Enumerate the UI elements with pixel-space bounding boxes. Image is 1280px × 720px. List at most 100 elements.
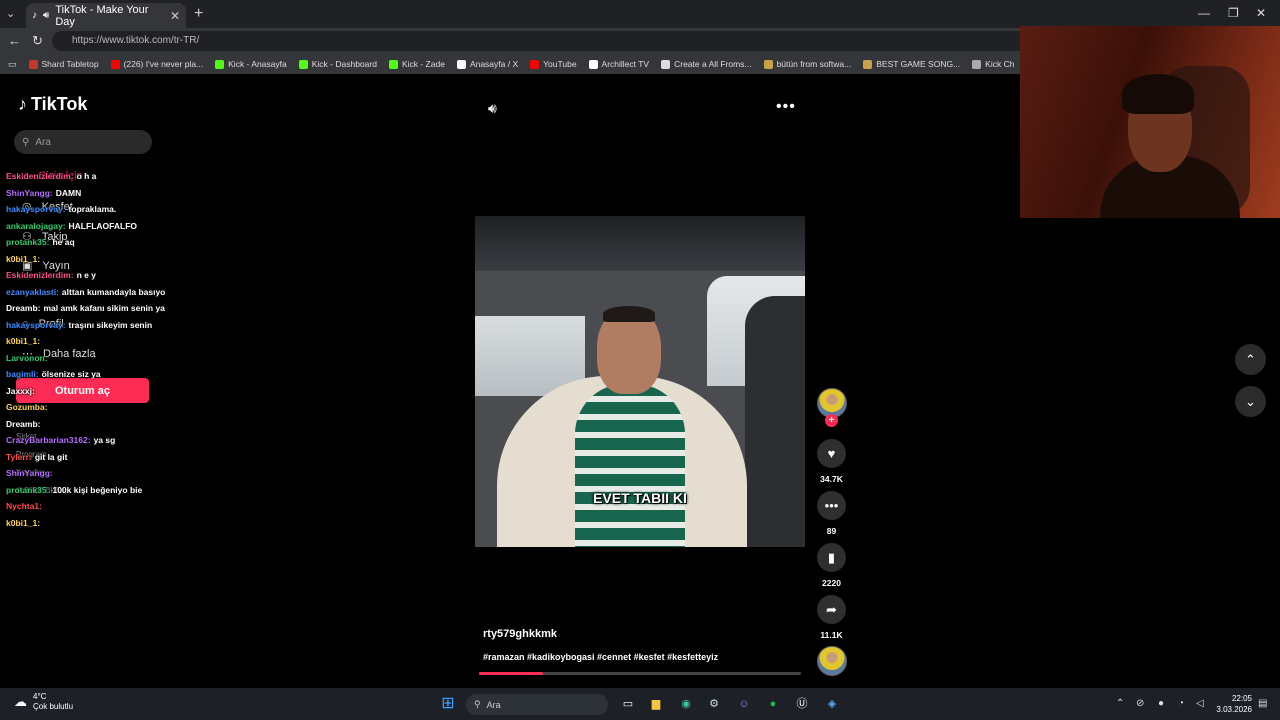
bookmark-label: bütün from softwa... xyxy=(776,59,852,69)
like-count: 34.7K xyxy=(820,474,843,484)
follow-plus-icon[interactable]: + xyxy=(825,414,838,427)
chat-text: alttan kumandayla basıyo xyxy=(61,286,166,297)
save-button[interactable]: ▮ xyxy=(817,543,846,572)
chat-username: k0bi1_1: xyxy=(6,253,41,264)
network-off-icon[interactable]: ⊘ xyxy=(1136,698,1144,709)
taskbar-search[interactable]: ⚲ Ara xyxy=(466,694,608,715)
bookmark-item[interactable]: Kick - Zade xyxy=(388,59,445,69)
browser-tab-bar xyxy=(0,0,1280,28)
video-hashtags[interactable]: #ramazan #kadikoybogasi #cennet #kesfet … xyxy=(483,652,718,662)
bookmarks-menu-icon[interactable]: ▭ xyxy=(8,59,17,70)
chat-username: k0bi1_1: xyxy=(6,336,41,346)
chat-message: bagimli: ölsenize siz ya xyxy=(6,366,206,383)
bookmark-item[interactable]: Anasayfa / X xyxy=(456,59,518,69)
tiktok-logo[interactable]: ♪ TikTok xyxy=(18,94,87,115)
next-video-button[interactable]: ⌄ xyxy=(1235,386,1266,417)
system-clock[interactable]: 22:05 3.03.2026 xyxy=(1214,693,1252,715)
bookmark-item[interactable]: (226) I've never pla... xyxy=(110,59,204,69)
bookmark-item[interactable]: Kick - Anasayfa xyxy=(215,59,287,69)
chat-username: ezanyaklasti: xyxy=(6,286,59,297)
close-tab-icon[interactable]: ✕ xyxy=(170,9,180,23)
previous-video-button[interactable]: ⌃ xyxy=(1235,344,1266,375)
bookmark-item[interactable]: bütün from softwa... xyxy=(763,59,852,69)
like-button[interactable]: ♥ xyxy=(817,439,846,468)
chat-text: n e y xyxy=(76,270,96,280)
bookmark-item[interactable]: BEST GAME SONG... xyxy=(863,59,960,69)
app-icon[interactable]: ◈ xyxy=(823,695,841,713)
chat-text: mal amk kafanı sikim senin ya xyxy=(43,303,165,313)
more-options-icon[interactable]: ••• xyxy=(776,98,796,116)
wifi-icon[interactable]: ◔ xyxy=(1178,698,1184,709)
minimize-icon[interactable]: — xyxy=(1198,6,1210,20)
bookmark-item[interactable]: Archillect TV xyxy=(588,59,649,69)
chevron-up-icon: ⌃ xyxy=(1245,352,1256,367)
chat-message: k0bi1_1: xyxy=(6,515,206,532)
discord-icon[interactable]: ☺ xyxy=(735,695,753,713)
chevron-down-icon: ⌄ xyxy=(1245,394,1256,409)
sound-avatar[interactable] xyxy=(817,646,847,676)
bookmark-label: YouTube xyxy=(543,59,577,69)
volume-icon[interactable]: 🔊︎ xyxy=(488,100,497,117)
microphone-icon[interactable]: ● xyxy=(1158,698,1164,709)
task-view-icon[interactable]: ▭ xyxy=(619,695,637,713)
chat-message: Dreamb: mal amk kafanı sikim senin ya xyxy=(6,300,206,317)
taskbar-search-icon: ⚲ xyxy=(474,699,481,709)
chat-message: hakaysporvay: traşını sikeyim senin xyxy=(6,317,206,334)
steam-icon[interactable]: ⚙ xyxy=(705,695,723,713)
tab-search-icon[interactable]: ⌄ xyxy=(6,7,15,20)
notification-icon[interactable]: ▤ xyxy=(1258,698,1267,709)
chat-username: k0bi1_1: xyxy=(6,517,41,528)
save-count: 2220 xyxy=(822,578,841,588)
chat-text: HALFLAOFALFO xyxy=(68,220,137,231)
comment-button[interactable]: ••• xyxy=(817,491,846,520)
clock-date: 3.03.2026 xyxy=(1216,705,1252,714)
bookmark-favicon-icon xyxy=(110,59,120,69)
bookmark-item[interactable]: Create a All Froms... xyxy=(661,59,752,69)
url-field[interactable]: https://www.tiktok.com/tr-TR/ xyxy=(52,31,1032,51)
bookmark-item[interactable]: Kick Ch xyxy=(972,59,1014,69)
audio-playing-icon[interactable]: 🔊︎ xyxy=(43,10,49,21)
bookmark-item[interactable]: Shard Tabletop xyxy=(28,59,99,69)
bookmark-item[interactable]: Kick - Dashboard xyxy=(298,59,377,69)
tray-chevron-icon[interactable]: ⌃ xyxy=(1116,698,1124,709)
bookmark-favicon-icon xyxy=(588,59,598,69)
video-player[interactable]: EVET TABII KI xyxy=(475,216,805,547)
search-input[interactable]: ⚲ Ara xyxy=(14,130,152,154)
video-author[interactable]: rty579ghkkmk xyxy=(483,628,557,640)
edge-icon[interactable]: ◉ xyxy=(677,695,695,713)
tab-title: TikTok - Make Your Day xyxy=(55,3,149,28)
video-progress-bar[interactable] xyxy=(479,672,801,675)
maximize-icon[interactable]: ❐ xyxy=(1228,6,1239,20)
chat-message: k0bi1_1: xyxy=(6,251,206,268)
reload-icon[interactable]: ↻ xyxy=(32,33,43,49)
taskbar-search-placeholder: Ara xyxy=(486,699,501,710)
bookmark-favicon-icon xyxy=(530,59,540,69)
close-window-icon[interactable]: ✕ xyxy=(1256,6,1266,20)
chat-username: Dreamb: xyxy=(6,303,41,313)
share-count: 11.1K xyxy=(820,630,843,640)
video-car-seat xyxy=(745,296,805,547)
share-icon: ➦ xyxy=(826,602,837,617)
start-icon[interactable]: ⊞ xyxy=(439,695,457,713)
chat-username: Jaxxxj: xyxy=(6,385,35,396)
new-tab-icon[interactable]: + xyxy=(194,5,203,23)
bookmark-label: Shard Tabletop xyxy=(41,59,99,69)
weather-icon: ☁ xyxy=(14,694,27,709)
browser-tab[interactable]: ♪ 🔊︎ TikTok - Make Your Day ✕ xyxy=(26,3,186,28)
stream-chat-overlay: Eskidenizlerdim: o h a ShinYangg: DAMN hakay… xyxy=(6,168,206,531)
bookmark-label: (226) I've never pla... xyxy=(123,59,204,69)
unreal-icon[interactable]: Ⓤ xyxy=(793,695,811,713)
file-explorer-icon[interactable]: ▆ xyxy=(647,695,665,713)
back-icon[interactable]: ← xyxy=(8,33,21,48)
weather-widget[interactable]: ☁ 4°C Çok bulutlu xyxy=(14,692,73,712)
clock-time: 22:05 xyxy=(1231,694,1252,703)
video-caption: EVET TABII KI xyxy=(593,490,687,506)
bookmark-item[interactable]: YouTube xyxy=(530,59,577,69)
share-button[interactable]: ➦ xyxy=(817,595,846,624)
speaker-icon[interactable]: ◁ xyxy=(1196,698,1204,709)
chat-message: k0bi1_1: xyxy=(6,333,206,350)
comment-count: 89 xyxy=(826,526,837,536)
spotify-icon[interactable]: ● xyxy=(764,695,782,713)
chat-username: Eskidenizlerdim: xyxy=(6,270,74,280)
chat-message: Nychta1: xyxy=(6,498,206,515)
